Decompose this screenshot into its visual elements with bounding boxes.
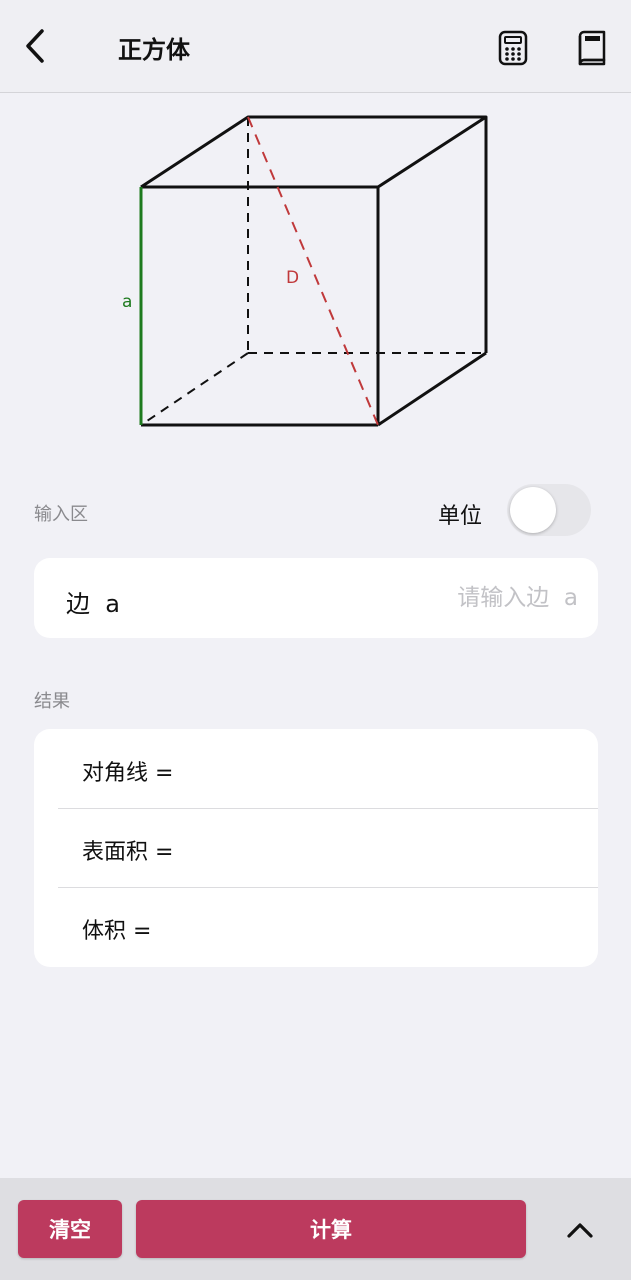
calculator-button[interactable] [493, 26, 533, 70]
back-arrow-icon [26, 29, 44, 63]
chevron-up-icon [567, 1223, 593, 1238]
edge-a-label: a [122, 292, 132, 312]
cube-hidden-edges [140, 117, 486, 426]
bottom-action-bar: 清空 计算 [0, 1178, 631, 1280]
page-title: 正方体 [118, 36, 190, 64]
results-card: 对角线 = 表面积 = 体积 = [34, 729, 598, 967]
edge-a-field-label: 边 a [66, 590, 120, 618]
result-volume-text: 体积 = [82, 919, 152, 944]
input-section-label: 输入区 [34, 504, 88, 525]
top-app-bar: 正方体 [0, 0, 631, 93]
unit-label: 单位 [438, 504, 483, 529]
result-diagonal-text: 对角线 = [82, 761, 174, 786]
book-icon [578, 30, 606, 66]
result-row-surface-area: 表面积 = [34, 808, 598, 887]
results-section-label: 结果 [34, 691, 70, 712]
toggle-knob [510, 487, 556, 533]
app-root: 正方体 a D 输入区 单位 边 a 请输入边 a 结果 对角线 = 表面积 =… [0, 0, 631, 1280]
result-row-volume: 体积 = [34, 887, 598, 966]
back-button[interactable] [18, 24, 58, 68]
result-surface-area-text: 表面积 = [82, 840, 174, 865]
input-card: 边 a [34, 558, 598, 638]
edge-a-input[interactable] [318, 578, 578, 618]
result-row-diagonal: 对角线 = [34, 729, 598, 808]
manual-button[interactable] [572, 26, 612, 70]
cube-diagram: a D [122, 115, 488, 427]
cube-visible-edges [140, 115, 488, 427]
collapse-button[interactable] [558, 1208, 602, 1252]
unit-toggle[interactable] [507, 484, 591, 536]
calculator-icon [498, 30, 528, 66]
diagonal-d-label: D [286, 268, 299, 288]
clear-button[interactable]: 清空 [18, 1200, 122, 1258]
compute-button[interactable]: 计算 [136, 1200, 526, 1258]
diagonal-d-line [247, 116, 379, 426]
